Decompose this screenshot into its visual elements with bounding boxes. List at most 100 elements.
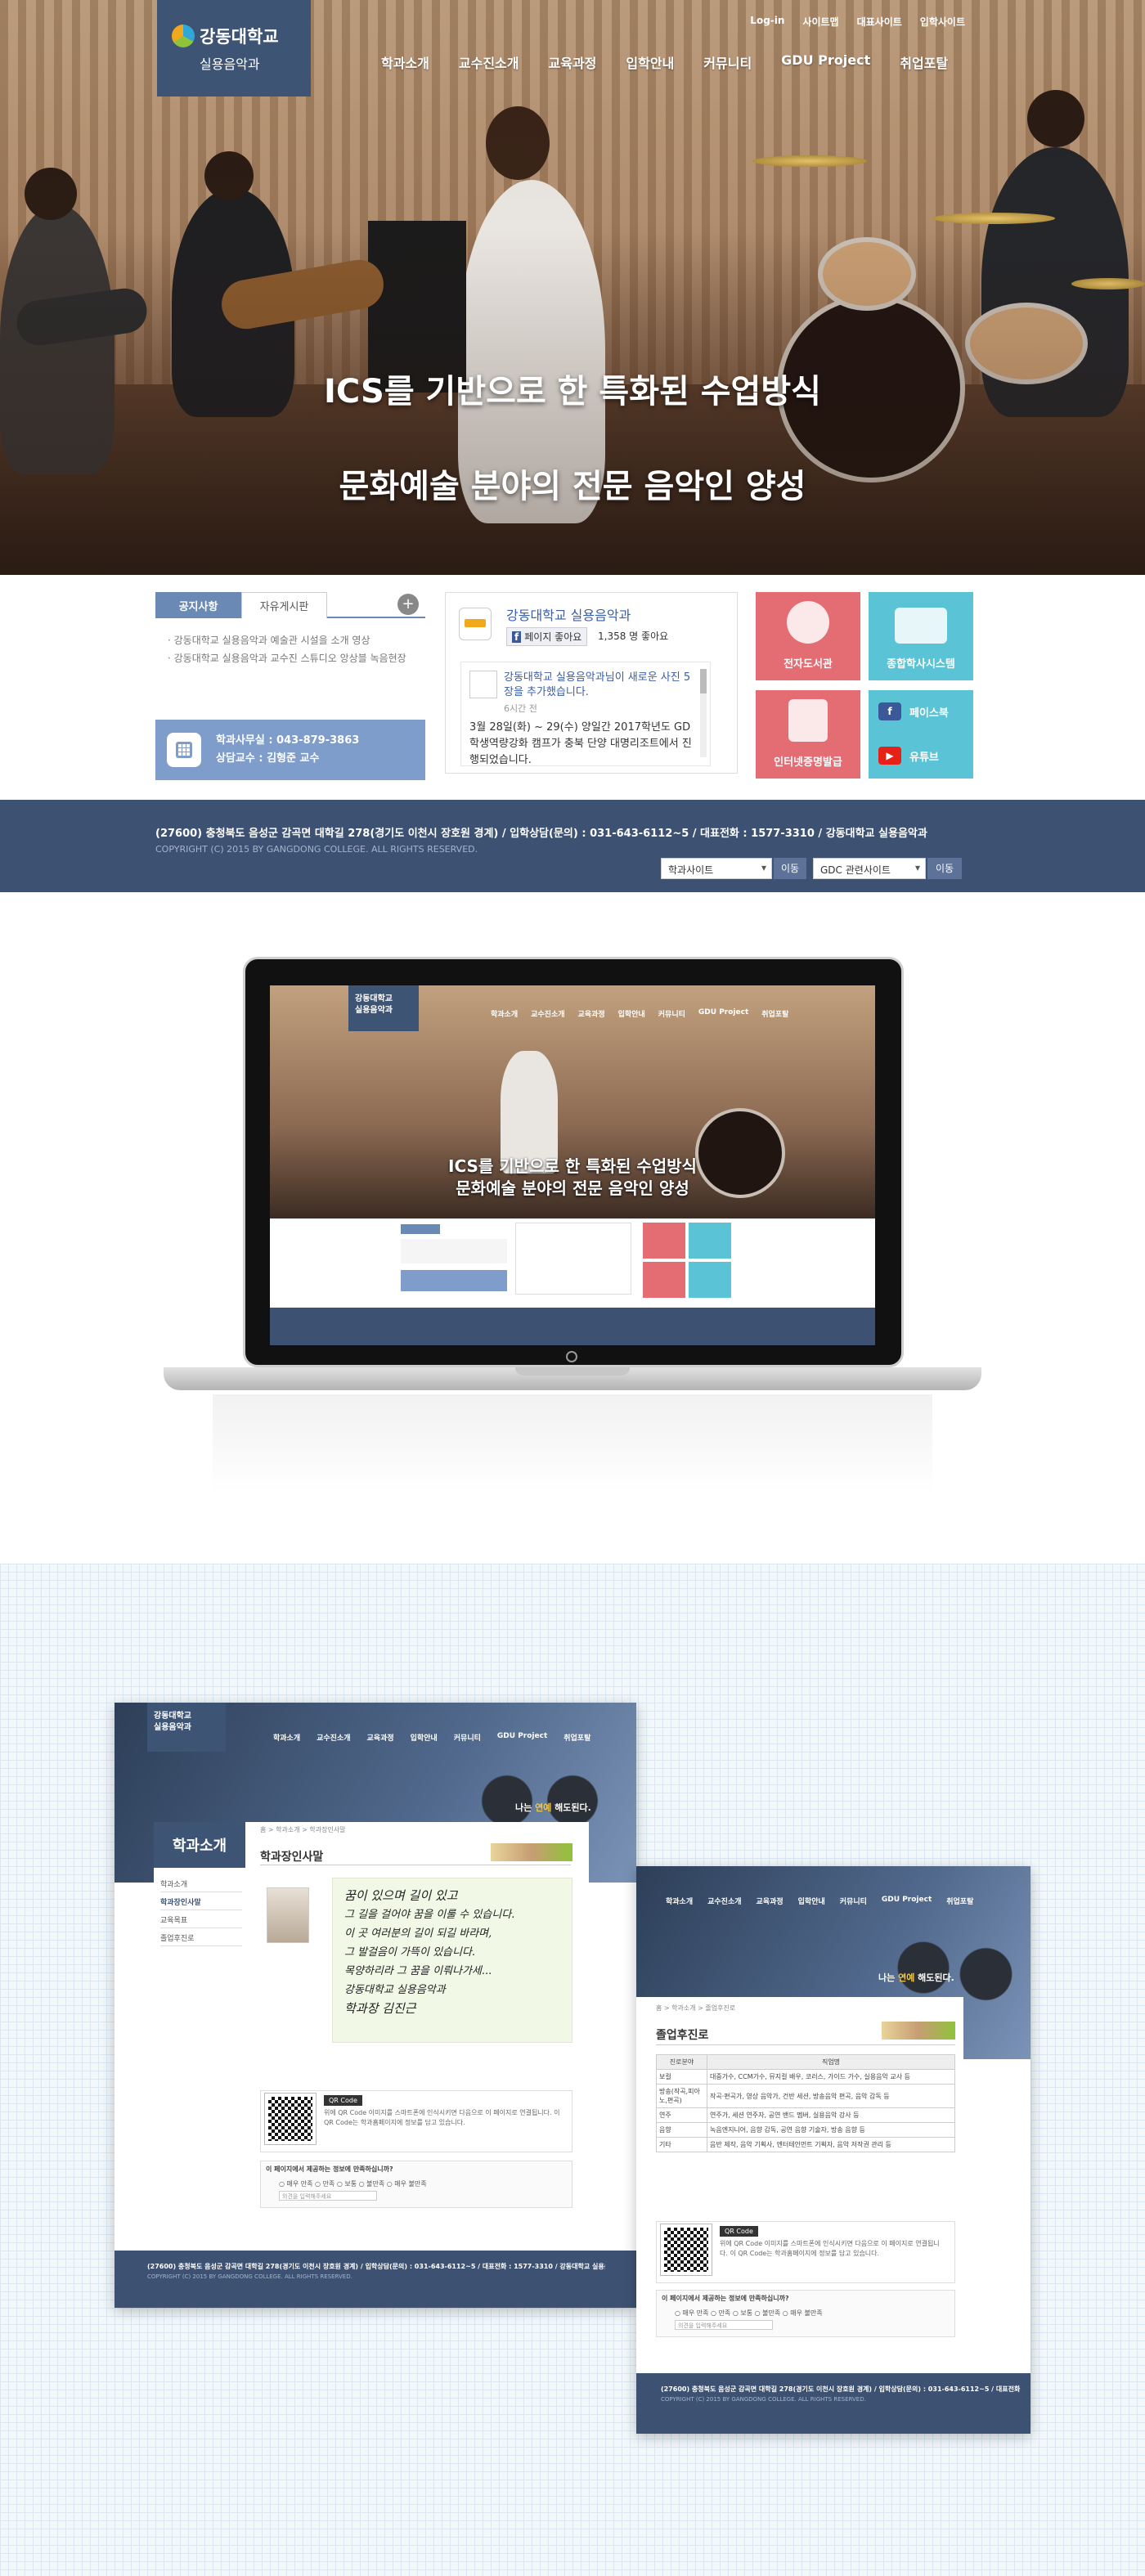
qr-code-icon: [660, 2224, 712, 2276]
sub-nav-item[interactable]: GDU Project: [882, 1896, 932, 1906]
handwriting-line: 목양하리라 그 꿈을 이뤄나가세...: [344, 1965, 492, 1977]
slogan-emphasis: 연예: [898, 1972, 915, 1983]
quick-link-label: 전자도서관: [784, 658, 833, 671]
fb-scrollbar[interactable]: [700, 669, 707, 757]
handwriting-line: 꿈이 있으며 길이 있고: [344, 1888, 458, 1903]
site-logo[interactable]: 강동대학교 실용음악과: [157, 0, 311, 96]
nav-item-admission[interactable]: 입학안내: [626, 52, 674, 72]
side-item-about[interactable]: 학과소개: [160, 1876, 242, 1892]
subpage-footer-address: (27600) 충청북도 음성군 감곡면 대학길 278(경기도 이천시 장호원…: [661, 2385, 1021, 2393]
sub-nav-item[interactable]: 커뮤니티: [840, 1896, 867, 1906]
main-site-link[interactable]: 대표사이트: [857, 15, 902, 29]
slogan: 나는 연예 해도된다.: [515, 1801, 591, 1814]
table-header: 직업명: [707, 2054, 955, 2070]
logo-sub: 실용음악과: [200, 56, 260, 72]
subpage-footer-address: (27600) 충청북도 음성군 감곡면 대학길 278(경기도 이천시 장호원…: [147, 2263, 605, 2270]
page-title: 졸업후진로: [656, 2029, 709, 2042]
nav-item-community[interactable]: 커뮤니티: [703, 52, 752, 72]
sub-nav-item[interactable]: 학과소개: [666, 1896, 693, 1906]
notice-item[interactable]: · 강동대학교 실용음악과 예술관 시설을 소개 영상: [168, 633, 413, 648]
poll-comment-input[interactable]: 의견을 입력해주세요: [279, 2191, 377, 2201]
quick-link-e-library[interactable]: 전자도서관: [756, 592, 860, 680]
notice-item[interactable]: · 강동대학교 실용음악과 교수진 스튜디오 앙상블 녹음현장: [168, 651, 413, 666]
sub-nav-item[interactable]: 입학안내: [411, 1732, 438, 1743]
tab-notice[interactable]: 공지사항: [155, 592, 241, 618]
sub-nav-item[interactable]: 커뮤니티: [454, 1732, 481, 1743]
poll-comment-input[interactable]: 의견을 입력해주세요: [675, 2320, 773, 2330]
mini-quick: [689, 1223, 731, 1259]
sitemap-link[interactable]: 사이트맵: [802, 15, 838, 29]
fb-like-label: 페이지 좋아요: [524, 631, 582, 643]
sub-nav-item[interactable]: 교수진소개: [317, 1732, 350, 1743]
table-cell: 연주가, 세션 연주자, 공연 밴드 멤버, 실용음악 강사 등: [707, 2107, 955, 2123]
sub-nav-item[interactable]: 취업포탈: [564, 1732, 590, 1743]
qr-tag: QR Code: [324, 2095, 362, 2106]
fb-like-count: 1,358 명 좋아요: [598, 631, 669, 642]
nav-item-curriculum[interactable]: 교육과정: [549, 52, 597, 72]
professor-photo: [267, 1887, 309, 1943]
side-menu-title: 학과소개: [154, 1822, 245, 1868]
sub-nav-item[interactable]: 교육과정: [757, 1896, 784, 1906]
poll-options[interactable]: ○ 매우 만족 ○ 만족 ○ 보통 ○ 불만족 ○ 매우 불만족: [279, 2179, 427, 2188]
fb-page-logo-icon: [459, 608, 492, 640]
board-tabs: 공지사항 자유게시판: [155, 592, 425, 618]
facebook-link[interactable]: f 페이스북: [878, 702, 949, 720]
handwriting-line: 이 곳 여러분의 길이 되길 바라며,: [344, 1928, 492, 1940]
mini-nav: 학과소개 교수진소개 교육과정 입학안내 커뮤니티 GDU Project 취업…: [491, 1008, 788, 1019]
college-emblem-icon: [172, 25, 195, 47]
dept-site-select[interactable]: 학과사이트: [661, 858, 772, 879]
qr-tag: QR Code: [720, 2226, 758, 2237]
mini-facebook: [515, 1223, 631, 1295]
table-row: 보컬 대중가수, CCM가수, 뮤지컬 배우, 코러스, 가이드 가수, 실용음악…: [656, 2069, 955, 2085]
sub-nav-item[interactable]: 입학안내: [798, 1896, 825, 1906]
desk-objects-icon: [491, 1843, 572, 1861]
nav-item-gdu-project[interactable]: GDU Project: [781, 52, 870, 72]
poll-options[interactable]: ○ 매우 만족 ○ 만족 ○ 보통 ○ 불만족 ○ 매우 불만족: [675, 2309, 823, 2318]
side-item-goals[interactable]: 교육목표: [160, 1912, 242, 1928]
youtube-icon: ▶: [878, 747, 901, 765]
sub-nav-item[interactable]: 교육과정: [367, 1732, 394, 1743]
table-row: 연주 연주가, 세션 연주자, 공연 밴드 멤버, 실용음악 강사 등: [656, 2107, 955, 2123]
youtube-link[interactable]: ▶ 유튜브: [878, 747, 939, 765]
admission-site-link[interactable]: 입학사이트: [920, 15, 965, 29]
tab-free-board[interactable]: 자유게시판: [241, 592, 327, 618]
subpage-footer-copyright: COPYRIGHT (C) 2015 BY GANGDONG COLLEGE. …: [147, 2273, 352, 2280]
table-cell: 연주: [656, 2107, 707, 2123]
quick-link-academic-system[interactable]: 종합학사시스템: [869, 592, 973, 680]
fb-post-title[interactable]: 강동대학교 실용음악과님이 새로운 사진 5장을 추가했습니다.: [504, 671, 700, 700]
facebook-icon: f: [512, 631, 522, 643]
nav-item-career[interactable]: 취업포탈: [900, 52, 948, 72]
table-cell: 음반 제작, 음악 기획사, 엔터테인먼트 기획자, 음악 저작권 관리 등: [707, 2137, 955, 2152]
fb-like-button[interactable]: f 페이지 좋아요: [506, 627, 588, 646]
sub-nav-item[interactable]: 학과소개: [273, 1732, 300, 1743]
side-item-career[interactable]: 졸업후진로: [160, 1930, 242, 1946]
power-icon: [566, 1351, 577, 1362]
side-item-greeting[interactable]: 학과장인사말: [160, 1894, 242, 1910]
login-link[interactable]: Log-in: [750, 15, 784, 29]
subpage-showcase: 강동대학교실용음악과 학과소개 교수진소개 교육과정 입학안내 커뮤니티 GDU…: [0, 1564, 1145, 2576]
certificate-icon: [788, 699, 828, 742]
sub-logo-sub: 실용음악과: [154, 1723, 191, 1732]
fb-post: 강동대학교 실용음악과님이 새로운 사진 5장을 추가했습니다. 6시간 전 3…: [460, 662, 711, 766]
sub-nav-item[interactable]: GDU Project: [497, 1732, 547, 1743]
mini-quick: [689, 1262, 731, 1298]
facebook-label: 페이스북: [909, 707, 949, 720]
sub-nav-item[interactable]: 취업포탈: [946, 1896, 973, 1906]
handwriting-line: 학과장 김진근: [344, 2001, 416, 2016]
fb-page-name[interactable]: 강동대학교 실용음악과: [506, 604, 631, 624]
nav-item-faculty[interactable]: 교수진소개: [459, 52, 519, 72]
gdc-site-go-button[interactable]: 이동: [927, 858, 962, 879]
breadcrumb: 홈 > 학과소개 > 졸업후진로: [656, 2004, 736, 2012]
dept-site-go-button[interactable]: 이동: [774, 858, 806, 879]
nav-item-about[interactable]: 학과소개: [381, 52, 429, 72]
sub-nav-item[interactable]: 교수진소개: [707, 1896, 741, 1906]
table-row: 방송(작곡,피아노,편곡) 작곡·편곡가, 영상 음악가, 건반 세션, 방송음악…: [656, 2084, 955, 2108]
gdc-site-select[interactable]: GDC 관련사이트: [813, 858, 926, 879]
sub-logo-name: 강동대학교: [154, 1712, 191, 1721]
quick-link-label: 인터넷증명발급: [774, 756, 842, 769]
quick-link-certificate[interactable]: 인터넷증명발급: [756, 690, 860, 779]
more-plus-icon[interactable]: +: [397, 594, 419, 615]
handwriting-line: 강동대학교 실용음악과: [344, 1984, 446, 1996]
handwritten-greeting: 꿈이 있으며 길이 있고 그 길을 걸어야 꿈을 이룰 수 있습니다. 이 곳 …: [332, 1878, 572, 2043]
mini-nav-item: 교수진소개: [531, 1011, 565, 1019]
